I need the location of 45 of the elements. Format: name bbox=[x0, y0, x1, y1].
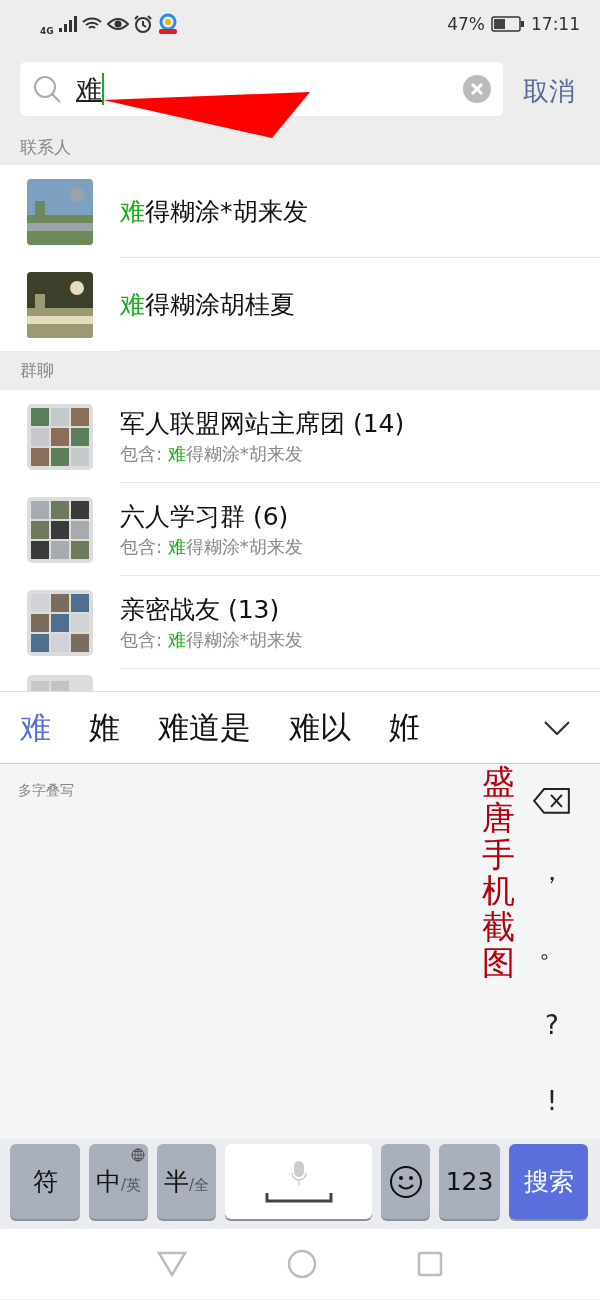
space-bar[interactable] bbox=[225, 1144, 372, 1219]
search-icon bbox=[32, 74, 62, 104]
punctuation-key[interactable]: ， bbox=[539, 833, 565, 911]
backspace-icon[interactable] bbox=[533, 788, 571, 814]
section-header: 联系人 bbox=[19, 136, 72, 159]
signal-icon bbox=[58, 16, 77, 32]
punctuation-key[interactable]: 。 bbox=[539, 910, 565, 987]
punctuation-key[interactable]: ? bbox=[545, 986, 559, 1063]
keyboard-key[interactable]: 123 bbox=[439, 1144, 500, 1219]
emoji-key[interactable] bbox=[381, 1144, 430, 1219]
battery-icon bbox=[491, 16, 525, 32]
clear-button[interactable] bbox=[463, 75, 491, 103]
recents-icon[interactable] bbox=[417, 1251, 443, 1277]
smiley-icon bbox=[388, 1164, 423, 1199]
group-name[interactable]: 亲密战友 (13) bbox=[120, 592, 600, 626]
group-match-info: 包含: 难得糊涂*胡来发 bbox=[120, 534, 304, 559]
alarm-icon bbox=[133, 15, 152, 33]
eye-icon bbox=[106, 16, 129, 32]
battery-percent: 47% bbox=[447, 14, 485, 34]
chevron-down-icon[interactable] bbox=[544, 720, 570, 735]
home-icon[interactable] bbox=[287, 1249, 317, 1279]
group-match-info: 包含: 难得糊涂*胡来发 bbox=[120, 627, 304, 652]
app-icon bbox=[156, 13, 179, 35]
candidate-word[interactable]: 难 bbox=[20, 706, 51, 749]
group-match-info: 包含: 难得糊涂*胡来发 bbox=[120, 441, 304, 466]
annotation-text: 盛唐手机截图 bbox=[482, 764, 515, 982]
cancel-button[interactable]: 取消 bbox=[523, 74, 575, 109]
candidate-word[interactable]: 难以 bbox=[289, 706, 351, 749]
search-key[interactable]: 搜索 bbox=[509, 1144, 588, 1219]
keyboard-key[interactable]: 半/全 bbox=[157, 1144, 216, 1219]
keyboard-key[interactable]: 中/英 bbox=[89, 1144, 148, 1219]
clock-time: 17:11 bbox=[531, 14, 580, 34]
section-header: 群聊 bbox=[19, 359, 55, 382]
network-type: 4G bbox=[40, 26, 54, 36]
back-icon[interactable] bbox=[157, 1251, 187, 1277]
group-name[interactable]: 军人联盟网站主席团 (14) bbox=[120, 406, 600, 440]
microphone-icon bbox=[290, 1160, 307, 1185]
keyboard-key[interactable]: 符 bbox=[10, 1144, 80, 1219]
punctuation-key[interactable]: ! bbox=[546, 1062, 558, 1139]
group-name[interactable]: 六人学习群 (6) bbox=[120, 499, 600, 533]
candidate-word[interactable]: 婎 bbox=[89, 706, 120, 749]
candidate-word[interactable]: 难道是 bbox=[158, 706, 251, 749]
candidate-word[interactable]: 姙 bbox=[389, 706, 420, 749]
space-icon bbox=[264, 1192, 333, 1203]
mode-label: 多字叠写 bbox=[18, 782, 74, 800]
